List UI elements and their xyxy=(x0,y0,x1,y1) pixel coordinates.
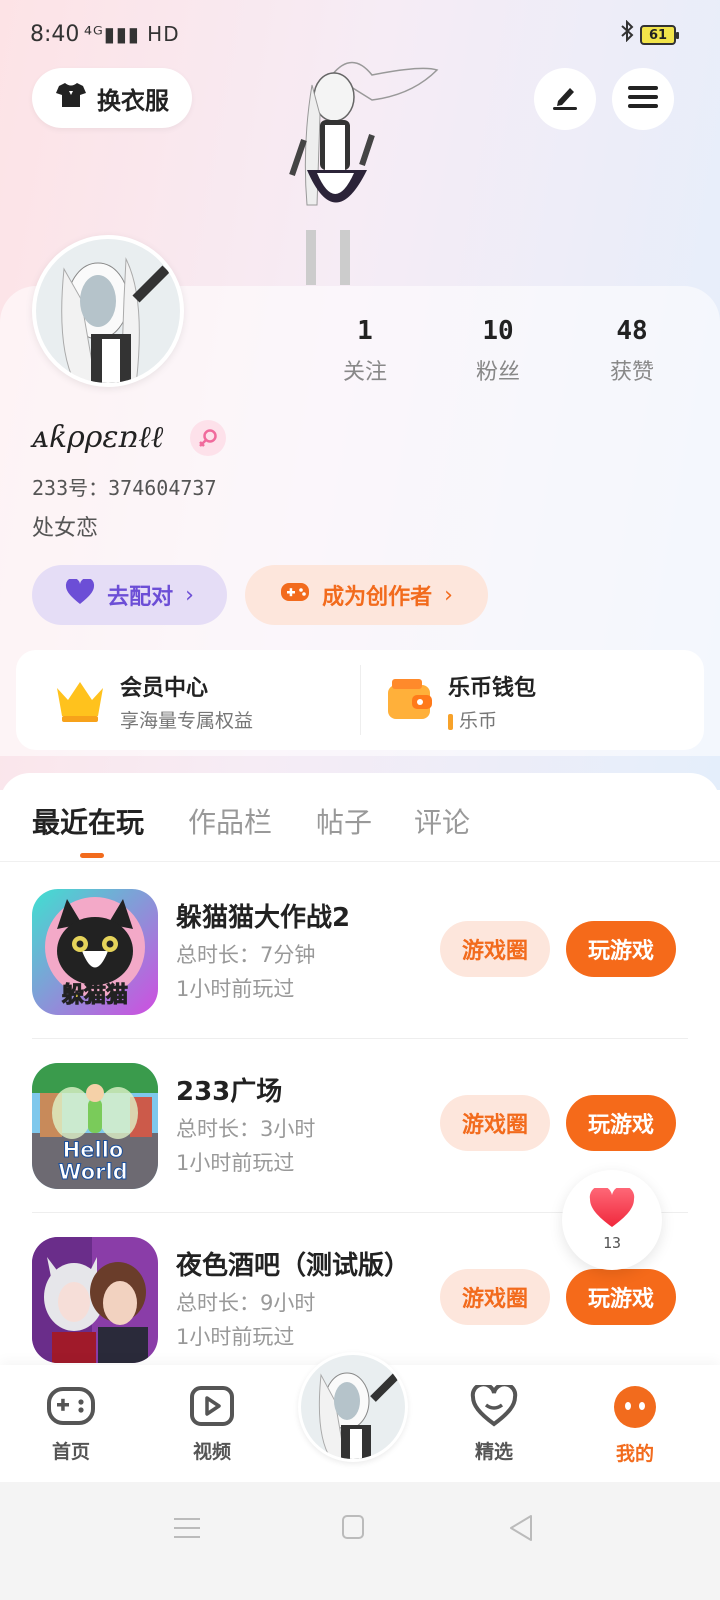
hamburger-menu-icon xyxy=(628,84,658,114)
play-game-button[interactable]: 玩游戏 xyxy=(566,1095,676,1151)
network-indicator: ⁴ᴳ▮▮▮ HD xyxy=(84,22,180,46)
game-last-played: 1小时前玩过 xyxy=(176,977,295,1001)
stat-followers-label: 粉丝 xyxy=(475,360,520,385)
play-game-button[interactable]: 玩游戏 xyxy=(566,1269,676,1325)
heart-outline-icon xyxy=(470,1382,518,1431)
tab-works[interactable]: 作品栏 xyxy=(188,801,272,841)
heart-icon xyxy=(589,1185,635,1232)
menu-button[interactable] xyxy=(612,68,674,130)
stat-following-label: 关注 xyxy=(342,360,387,385)
tab-posts[interactable]: 帖子 xyxy=(316,801,372,841)
nav-label-featured: 精选 xyxy=(474,1441,513,1463)
gamepad-icon xyxy=(46,1387,96,1431)
stat-following-count: 1 xyxy=(357,316,373,346)
active-tab-indicator xyxy=(80,853,104,858)
coin-wallet-title: 乐币钱包 xyxy=(448,676,537,701)
chevron-right-icon: › xyxy=(185,582,194,608)
coin-wallet[interactable]: 乐币钱包 乐币 xyxy=(386,670,536,733)
list-item[interactable]: 躲猫猫 躲猫猫大作战2 总时长：7分钟 1小时前玩过 游戏圈 玩游戏 xyxy=(0,869,720,1039)
become-creator-button[interactable]: 成为创作者 › xyxy=(245,565,488,625)
game-icon-233-plaza: Hello World xyxy=(32,1063,158,1189)
bio: 处女恋 xyxy=(32,516,99,541)
game-duration: 总时长：7分钟 xyxy=(176,943,316,967)
heart-icon xyxy=(65,577,95,611)
become-creator-label: 成为创作者 xyxy=(322,585,433,610)
member-center-title: 会员中心 xyxy=(120,676,209,701)
nav-label-me: 我的 xyxy=(615,1443,654,1465)
stat-likes-label: 获赞 xyxy=(609,360,654,385)
nav-label-video: 视频 xyxy=(192,1441,231,1463)
shirt-icon xyxy=(55,81,87,115)
nickname: ᴀƙρρεռℓℓ xyxy=(32,420,164,455)
tab-recently-played[interactable]: 最近在玩 xyxy=(32,801,144,841)
game-duration: 总时长：3小时 xyxy=(176,1117,316,1141)
video-play-icon xyxy=(189,1386,235,1431)
crown-icon xyxy=(54,676,106,728)
status-time: 8:40 xyxy=(30,22,80,47)
game-circle-button[interactable]: 游戏圈 xyxy=(440,1269,550,1325)
game-title: 躲猫猫大作战2 xyxy=(176,903,351,933)
game-duration: 总时长：9小时 xyxy=(176,1291,316,1315)
game-title: 233广场 xyxy=(176,1077,283,1107)
nav-item-featured[interactable]: 精选 xyxy=(449,1382,539,1464)
game-circle-button[interactable]: 游戏圈 xyxy=(440,921,550,977)
nav-item-video[interactable]: 视频 xyxy=(167,1385,257,1464)
change-outfit-label: 换衣服 xyxy=(97,86,169,115)
chevron-right-icon: › xyxy=(444,582,453,608)
game-circle-button[interactable]: 游戏圈 xyxy=(440,1095,550,1151)
coin-icon xyxy=(448,713,453,730)
female-gender-icon xyxy=(190,420,226,456)
match-button[interactable]: 去配对 › xyxy=(32,565,227,625)
system-navigation-bar xyxy=(0,1482,720,1600)
content-panel: 最近在玩 作品栏 帖子 评论 躲猫猫 躲猫猫大作战2 总时长：7分钟 1小时前玩… xyxy=(0,773,720,1423)
stat-followers[interactable]: 10 粉丝 xyxy=(448,316,548,386)
divider xyxy=(360,665,361,735)
game-last-played: 1小时前玩过 xyxy=(176,1151,295,1175)
member-wallet-card: 会员中心 享海量专属权益 乐币钱包 乐币 xyxy=(16,650,704,750)
game-icon-text: 躲猫猫 xyxy=(61,983,128,1009)
pen-icon xyxy=(550,83,580,115)
gamepad-icon xyxy=(280,580,310,610)
member-center[interactable]: 会员中心 享海量专属权益 xyxy=(54,670,253,733)
bluetooth-icon xyxy=(620,19,634,48)
home-icon[interactable] xyxy=(341,1514,365,1544)
member-center-subtitle: 享海量专属权益 xyxy=(120,710,254,732)
game-icon-hide-and-seek: 躲猫猫 xyxy=(32,889,158,1015)
nav-center-avatar[interactable] xyxy=(298,1352,408,1462)
back-icon[interactable] xyxy=(508,1514,534,1546)
nav-label-home: 首页 xyxy=(51,1441,90,1463)
coin-wallet-balance-label: 乐币 xyxy=(459,710,498,732)
edit-profile-button[interactable] xyxy=(534,68,596,130)
game-title: 夜色酒吧（测试版） xyxy=(176,1251,411,1281)
stat-likes[interactable]: 48 获赞 xyxy=(582,316,682,386)
battery-level: 61 xyxy=(648,27,668,43)
recent-apps-icon[interactable] xyxy=(174,1516,200,1544)
divider xyxy=(32,1038,688,1039)
match-label: 去配对 xyxy=(107,585,174,610)
stat-following[interactable]: 1 关注 xyxy=(315,316,415,386)
game-last-played: 1小时前玩过 xyxy=(176,1325,295,1349)
wallet-icon xyxy=(386,677,434,727)
profile-face-icon xyxy=(612,1386,658,1433)
tab-comments[interactable]: 评论 xyxy=(414,801,470,841)
like-count: 13 xyxy=(602,1234,622,1252)
game-icon-night-bar xyxy=(32,1237,158,1363)
change-outfit-button[interactable]: 换衣服 xyxy=(32,68,192,128)
stat-likes-count: 48 xyxy=(616,316,648,346)
play-game-button[interactable]: 玩游戏 xyxy=(566,921,676,977)
battery-icon: 61 xyxy=(640,25,679,45)
nav-item-home[interactable]: 首页 xyxy=(26,1385,116,1464)
avatar-character-figure[interactable] xyxy=(262,55,442,290)
divider xyxy=(0,861,720,862)
coin-wallet-subtitle: 乐币 xyxy=(448,706,536,733)
game-icon-text: Hello World xyxy=(58,1138,128,1184)
like-float-button[interactable]: 13 xyxy=(562,1170,662,1270)
avatar[interactable] xyxy=(32,235,184,387)
stat-followers-count: 10 xyxy=(482,316,514,346)
user-id: 233号：374604737 xyxy=(32,476,217,500)
nav-item-me[interactable]: 我的 xyxy=(590,1385,680,1466)
